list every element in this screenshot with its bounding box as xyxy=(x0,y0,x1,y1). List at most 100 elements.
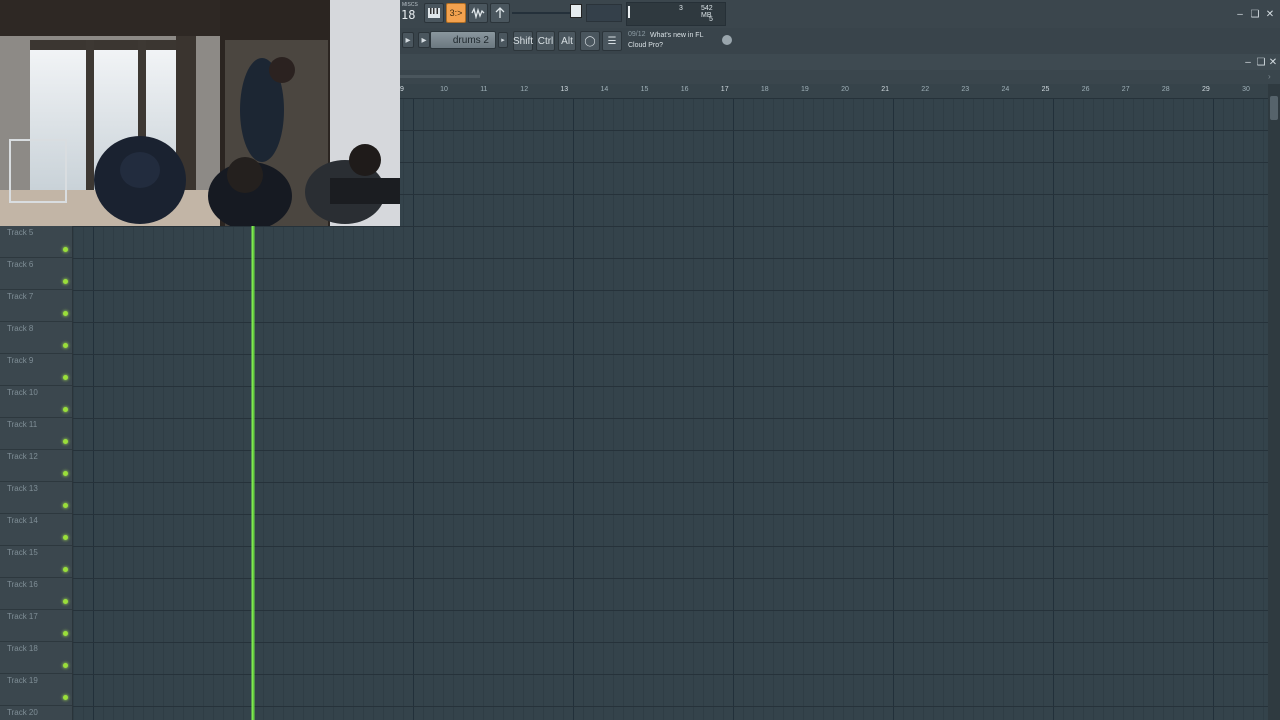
bar-number: 13 xyxy=(560,86,569,93)
track-mute-led-icon[interactable] xyxy=(63,567,68,572)
bar-number: 21 xyxy=(881,86,889,93)
ctrl-key-button[interactable]: Ctrl xyxy=(536,31,555,51)
track-header[interactable]: Track 15 xyxy=(0,546,72,578)
pattern-selector[interactable]: drums 2 xyxy=(430,31,496,49)
track-mute-led-icon[interactable] xyxy=(63,631,68,636)
minimize-icon[interactable]: – xyxy=(1234,8,1246,20)
track-header[interactable]: Track 20 xyxy=(0,706,72,720)
bar-number: 17 xyxy=(720,86,729,93)
track-label: Track 14 xyxy=(7,516,38,525)
chevron-right-icon: ▸ xyxy=(501,37,505,44)
resource-monitor: 3 5 542 MB xyxy=(626,2,726,26)
track-mute-led-icon[interactable] xyxy=(63,311,68,316)
piano-roll-button[interactable] xyxy=(424,3,444,23)
toolbar-row-bottom: ▸ ▸ drums 2 ▸ Shift Ctrl Alt ◯ ☰ 09/12 W… xyxy=(400,28,1280,54)
shift-key-button[interactable]: Shift xyxy=(513,31,533,51)
plug-icon xyxy=(495,7,505,18)
bar-number: 24 xyxy=(1001,86,1010,93)
webcam-video-image xyxy=(0,0,400,226)
menu-button[interactable]: ☰ xyxy=(602,31,622,51)
bar-number: 28 xyxy=(1161,86,1170,93)
track-label: Track 20 xyxy=(7,708,38,717)
track-label: Track 13 xyxy=(7,484,38,493)
track-mute-led-icon[interactable] xyxy=(63,343,68,348)
track-mute-led-icon[interactable] xyxy=(63,439,68,444)
master-pitch-slider[interactable] xyxy=(586,4,622,22)
track-header[interactable]: Track 8 xyxy=(0,322,72,354)
playhead-marker[interactable] xyxy=(251,226,255,720)
playlist-minimize-icon[interactable]: – xyxy=(1242,56,1254,68)
track-headers: Track 5 Track 6 Track 7 Track 8 Track 9 Track… xyxy=(0,226,73,720)
track-header[interactable]: Track 7 xyxy=(0,290,72,322)
bar-number: 11 xyxy=(480,86,488,93)
track-label: Track 9 xyxy=(7,356,34,365)
bar-number: 10 xyxy=(440,86,448,93)
track-header[interactable]: Track 9 xyxy=(0,354,72,386)
track-mute-led-icon[interactable] xyxy=(63,471,68,476)
track-label: Track 6 xyxy=(7,260,34,269)
toolbar-row-top: MISCS 18 3:> 3 5 542 MB – ❑ ✕ xyxy=(400,0,1280,28)
timeline-ruler[interactable]: 9 10 11 12 13 14 15 16 17 18 19 20 21 22 23 24 25 26 27 28 2… xyxy=(400,84,1268,99)
track-mute-led-icon[interactable] xyxy=(63,279,68,284)
close-icon[interactable]: ✕ xyxy=(1264,8,1276,20)
track-mute-led-icon[interactable] xyxy=(63,695,68,700)
restore-icon[interactable]: ❑ xyxy=(1249,8,1261,20)
track-header[interactable]: Track 10 xyxy=(0,386,72,418)
track-mute-led-icon[interactable] xyxy=(63,599,68,604)
track-mute-led-icon[interactable] xyxy=(63,663,68,668)
channel-rack-button[interactable] xyxy=(490,3,510,23)
pattern-name: drums 2 xyxy=(452,35,489,46)
track-header[interactable]: Track 12 xyxy=(0,450,72,482)
horizontal-scroll-track[interactable] xyxy=(400,75,480,78)
track-label: Track 18 xyxy=(7,644,38,653)
pattern-play-button[interactable]: ▸ xyxy=(418,32,430,48)
track-label: Track 8 xyxy=(7,324,34,333)
master-volume-slider[interactable] xyxy=(512,12,572,14)
memory-usage: 542 MB xyxy=(701,5,713,19)
playlist-close-icon[interactable]: ✕ xyxy=(1267,56,1279,68)
track-header[interactable]: Track 16 xyxy=(0,578,72,610)
pattern-next-button[interactable]: ▸ xyxy=(498,32,508,48)
main-toolbar: MISCS 18 3:> 3 5 542 MB – ❑ ✕ ▸ ▸ drums … xyxy=(400,0,1280,54)
master-volume-handle[interactable] xyxy=(570,4,582,18)
pattern-prev-button[interactable]: ▸ xyxy=(402,32,414,48)
sequencer-icon: 3:> xyxy=(449,8,463,18)
track-mute-led-icon[interactable] xyxy=(63,535,68,540)
typing-keyboard-button[interactable]: ◯ xyxy=(580,31,600,51)
track-label: Track 17 xyxy=(7,612,38,621)
track-header[interactable]: Track 18 xyxy=(0,642,72,674)
track-header[interactable]: Track 5 xyxy=(0,226,72,258)
scroll-arrow-icon[interactable]: › xyxy=(1268,72,1271,81)
track-header[interactable]: Track 19 xyxy=(0,674,72,706)
bar-number: 26 xyxy=(1081,86,1090,93)
track-label: Track 10 xyxy=(7,388,38,397)
chevron-left-icon: ▸ xyxy=(405,34,411,46)
globe-icon[interactable] xyxy=(722,35,732,45)
track-mute-led-icon[interactable] xyxy=(63,375,68,380)
track-label: Track 12 xyxy=(7,452,38,461)
track-header[interactable]: Track 14 xyxy=(0,514,72,546)
step-sequencer-button[interactable]: 3:> xyxy=(446,3,466,23)
piano-keys-icon xyxy=(428,8,440,18)
bar-number: 23 xyxy=(961,86,970,93)
playlist-restore-icon[interactable]: ❑ xyxy=(1255,56,1267,68)
news-headline[interactable]: What's new in FL Cloud Pro? xyxy=(628,31,712,51)
webcam-overlay xyxy=(0,0,400,226)
bar-number: 15 xyxy=(640,86,649,93)
cpu-value: 3 xyxy=(679,5,683,12)
vertical-scrollbar[interactable] xyxy=(1268,84,1280,720)
mixer-button[interactable] xyxy=(468,3,488,23)
track-mute-led-icon[interactable] xyxy=(63,247,68,252)
bar-number: 12 xyxy=(520,86,529,93)
track-header[interactable]: Track 13 xyxy=(0,482,72,514)
tempo-display[interactable]: 18 xyxy=(401,8,415,22)
track-mute-led-icon[interactable] xyxy=(63,503,68,508)
track-header[interactable]: Track 11 xyxy=(0,418,72,450)
track-label: Track 15 xyxy=(7,548,38,557)
scrollbar-thumb[interactable] xyxy=(1270,96,1278,120)
alt-key-button[interactable]: Alt xyxy=(558,31,576,51)
track-mute-led-icon[interactable] xyxy=(63,407,68,412)
track-label: Track 7 xyxy=(7,292,34,301)
track-header[interactable]: Track 17 xyxy=(0,610,72,642)
track-header[interactable]: Track 6 xyxy=(0,258,72,290)
